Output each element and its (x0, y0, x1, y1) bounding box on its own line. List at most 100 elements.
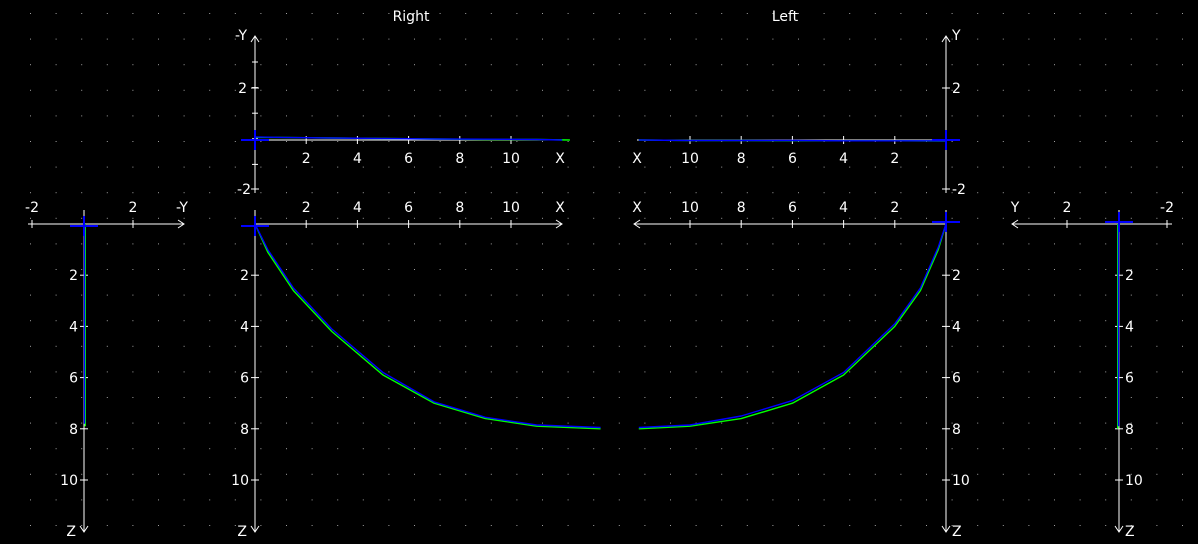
grid-dot (81, 243, 83, 245)
grid-dot (542, 422, 543, 424)
grid-dot (81, 320, 83, 322)
grid-dot (772, 115, 774, 117)
grid-dot (695, 499, 697, 501)
series (70, 130, 1133, 430)
grid-dot (567, 499, 569, 501)
grid-dot (132, 422, 134, 424)
grid-dot (746, 115, 748, 117)
grid-dot (286, 89, 287, 91)
grid-dot (926, 243, 927, 245)
grid-dot (695, 320, 697, 322)
right-bottom-origin-marker (241, 216, 269, 236)
grid-dot (106, 397, 108, 398)
grid-dot (260, 345, 262, 347)
grid-dot (388, 422, 390, 424)
grid-dot (593, 320, 595, 322)
grid-dot (362, 397, 364, 398)
grid-dot (465, 166, 467, 168)
grid-dot (465, 345, 467, 347)
grid-dot (337, 371, 339, 373)
grid-dot (1028, 422, 1030, 424)
grid-dot (1054, 115, 1055, 117)
grid-dot (1002, 38, 1004, 40)
grid-dot (1002, 64, 1004, 66)
grid-dot (695, 345, 697, 347)
grid-dot (30, 448, 31, 450)
grid-dot (516, 243, 518, 245)
grid-dot (1028, 320, 1030, 322)
grid-dot (1002, 294, 1004, 296)
left-bottom-x-tick-label: 4 (839, 200, 848, 216)
grid-dot (823, 294, 825, 296)
grid-dot (977, 397, 979, 398)
grid-dot (849, 115, 851, 117)
grid-dot (1054, 473, 1055, 475)
grid-dot (388, 448, 390, 450)
grid-dot (55, 448, 57, 450)
grid-dot (234, 115, 236, 117)
grid-dot (721, 473, 723, 475)
grid-dot (81, 525, 83, 526)
grid-dot (1054, 371, 1055, 373)
grid-dot (414, 64, 415, 66)
grid-dot (286, 499, 287, 501)
grid-dot (618, 192, 620, 194)
grid-dot (593, 13, 595, 14)
grid-dot (670, 499, 671, 501)
side-right-z-tick-label: 8 (69, 422, 78, 438)
grid-dot (874, 371, 876, 373)
grid-dot (1028, 448, 1030, 450)
grid-dot (337, 473, 339, 475)
grid-dot (670, 422, 671, 424)
grid-dot (490, 115, 492, 117)
grid-dot (183, 320, 185, 322)
grid-dot (362, 269, 364, 270)
grid-dot (823, 166, 825, 168)
right-top-x-tick-label: 4 (353, 151, 362, 167)
grid-dot (1028, 371, 1030, 373)
grid-dot (1182, 243, 1183, 245)
grid-dot (1105, 217, 1107, 219)
grid-dot (900, 397, 902, 398)
grid-dot (1182, 499, 1183, 501)
grid-dot (567, 64, 569, 66)
grid-dot (695, 115, 697, 117)
grid-dot (465, 448, 467, 450)
left-bottom-origin-marker (932, 212, 960, 232)
grid-dot (900, 166, 902, 168)
grid-dot (823, 448, 825, 450)
grid-dot (1182, 141, 1183, 142)
grid-dot (414, 89, 415, 91)
grid-dot (81, 345, 83, 347)
grid-dot (260, 320, 262, 322)
grid-dot (465, 525, 467, 526)
grid-dot (670, 525, 671, 526)
grid-dot (926, 192, 927, 194)
left-top-title: Left (772, 9, 799, 25)
grid-dot (490, 269, 492, 270)
grid-dot (260, 499, 262, 501)
grid-dot (260, 89, 262, 91)
grid-dot (1028, 115, 1030, 117)
grid-dot (388, 38, 390, 40)
grid-dot (1028, 397, 1030, 398)
grid-dot (542, 320, 543, 322)
grid-dot (874, 13, 876, 14)
grid-dot (234, 320, 236, 322)
grid-dot (439, 294, 441, 296)
grid-dot (951, 345, 953, 347)
grid-dot (337, 243, 339, 245)
grid-dot (234, 166, 236, 168)
grid-dot (1054, 141, 1055, 142)
grid-dot (439, 345, 441, 347)
grid-dot (874, 269, 876, 270)
grid-dot (1002, 269, 1004, 270)
grid-dot (209, 89, 211, 91)
grid-dot (414, 115, 415, 117)
grid-dot (1130, 217, 1132, 219)
side-left-z-tick-label: 10 (1125, 473, 1143, 489)
grid-dot (849, 422, 851, 424)
grid-dot (1028, 473, 1030, 475)
side-left-z-tick-label: 2 (1125, 268, 1134, 284)
grid-dot (516, 64, 518, 66)
